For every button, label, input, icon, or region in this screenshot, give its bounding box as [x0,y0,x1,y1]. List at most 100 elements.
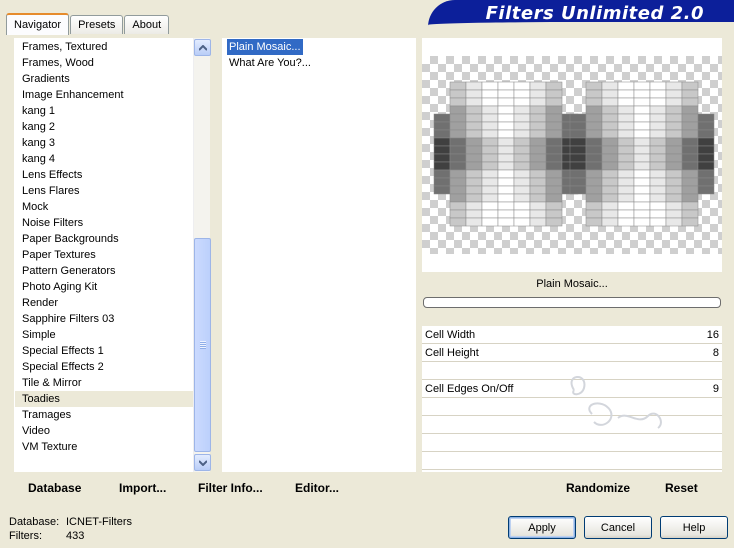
category-item[interactable]: Tramages [15,407,210,423]
mosaic-cell [665,129,683,139]
mosaic-cell [681,81,699,91]
param-row[interactable]: Cell Width 16 [422,326,722,344]
category-scrollbar[interactable] [193,38,211,472]
mosaic-cell [649,89,667,99]
preview-panel [422,38,722,272]
randomize-button[interactable]: Randomize [566,481,630,495]
category-list[interactable]: Frames, Textured Frames, Wood Gradients Ima… [14,38,210,472]
category-item[interactable]: kang 4 [15,151,210,167]
mosaic-cell [681,89,699,99]
help-button[interactable]: Help [660,516,728,539]
filter-list[interactable]: Plain Mosaic... What Are You?... [222,38,416,472]
category-item[interactable]: Paper Backgrounds [15,231,210,247]
scroll-thumb[interactable] [194,238,211,452]
mosaic-cell [529,145,547,155]
mosaic-cell [513,185,531,195]
mosaic-cell [649,81,667,91]
mosaic-cell [449,81,467,91]
mosaic-cell [545,89,563,99]
mosaic-cell [633,105,651,115]
category-item[interactable]: Image Enhancement [15,87,210,103]
mosaic-cell [665,137,683,147]
category-item[interactable]: Video [15,423,210,439]
category-item[interactable]: kang 1 [15,103,210,119]
category-item[interactable]: Frames, Textured [15,39,210,55]
category-item[interactable]: Tile & Mirror [15,375,210,391]
mosaic-cell [633,201,651,211]
mosaic-cell [497,145,515,155]
category-item[interactable]: Frames, Wood [15,55,210,71]
import-button[interactable]: Import... [119,481,166,495]
mosaic-cell [649,113,667,123]
mosaic-cell [481,201,499,211]
category-item[interactable]: Noise Filters [15,215,210,231]
filter-info-button[interactable]: Filter Info... [198,481,263,495]
scroll-down-button[interactable] [194,454,211,471]
category-item[interactable]: Pattern Generators [15,263,210,279]
reset-button[interactable]: Reset [665,481,698,495]
tab-navigator[interactable]: Navigator [6,13,70,35]
category-item[interactable]: Special Effects 1 [15,343,210,359]
progress-bar [423,297,721,308]
mosaic-cell [649,209,667,219]
scroll-up-button[interactable] [194,39,211,56]
mosaic-cell [433,161,451,171]
editor-button[interactable]: Editor... [295,481,339,495]
mosaic-cell [449,201,467,211]
mosaic-cell [665,217,683,227]
category-item[interactable]: Mock [15,199,210,215]
filter-name-label: Plain Mosaic... [422,274,722,295]
param-row[interactable]: Cell Height 8 [422,344,722,362]
category-item[interactable]: Simple [15,327,210,343]
cancel-button[interactable]: Cancel [584,516,652,539]
mosaic-cell [465,113,483,123]
database-value: ICNET-Filters [66,516,132,528]
mosaic-cell [497,129,515,139]
tab-strip: Navigator Presets About [6,12,170,35]
mosaic-cell [465,97,483,107]
apply-button[interactable]: Apply [508,516,576,539]
mosaic-cell [665,169,683,179]
mosaic-cell [665,201,683,211]
category-item[interactable]: Lens Effects [15,167,210,183]
category-item[interactable]: Render [15,295,210,311]
category-item[interactable]: Lens Flares [15,183,210,199]
category-item[interactable]: VM Texture [15,439,210,455]
category-item[interactable]: Sapphire Filters 03 [15,311,210,327]
mosaic-cell [681,97,699,107]
mosaic-cell [481,177,499,187]
mosaic-cell [681,113,699,123]
mosaic-cell [545,193,563,203]
mosaic-cell [697,185,715,195]
category-item[interactable]: kang 3 [15,135,210,151]
category-item[interactable]: Paper Textures [15,247,210,263]
mosaic-cell [513,137,531,147]
mosaic-cell [449,169,467,179]
tab-presets[interactable]: Presets [70,15,124,34]
mosaic-cell [497,89,515,99]
category-item[interactable]: Special Effects 2 [15,359,210,375]
tab-about[interactable]: About [124,15,170,34]
left-toolbar: Database Import... Filter Info... Editor… [14,477,416,499]
mosaic-cell [513,153,531,163]
category-item[interactable]: Photo Aging Kit [15,279,210,295]
mosaic-cell [449,161,467,171]
mosaic-cell [681,153,699,163]
mosaic-cell [649,121,667,131]
mosaic-cell [569,161,587,171]
param-value: 16 [706,329,719,341]
database-button[interactable]: Database [28,481,81,495]
mosaic-cell [681,193,699,203]
mosaic-cell [601,97,619,107]
watermark-logo [570,376,662,429]
category-item[interactable]: Gradients [15,71,210,87]
filter-item[interactable]: Plain Mosaic... [227,39,303,55]
mosaic-cell [585,193,603,203]
mosaic-cell [585,121,603,131]
category-item[interactable]: kang 2 [15,119,210,135]
mosaic-cell [529,81,547,91]
category-item[interactable]: Toadies [15,391,210,407]
mosaic-cell [513,177,531,187]
mosaic-cell [585,209,603,219]
filter-item[interactable]: What Are You?... [227,55,313,71]
